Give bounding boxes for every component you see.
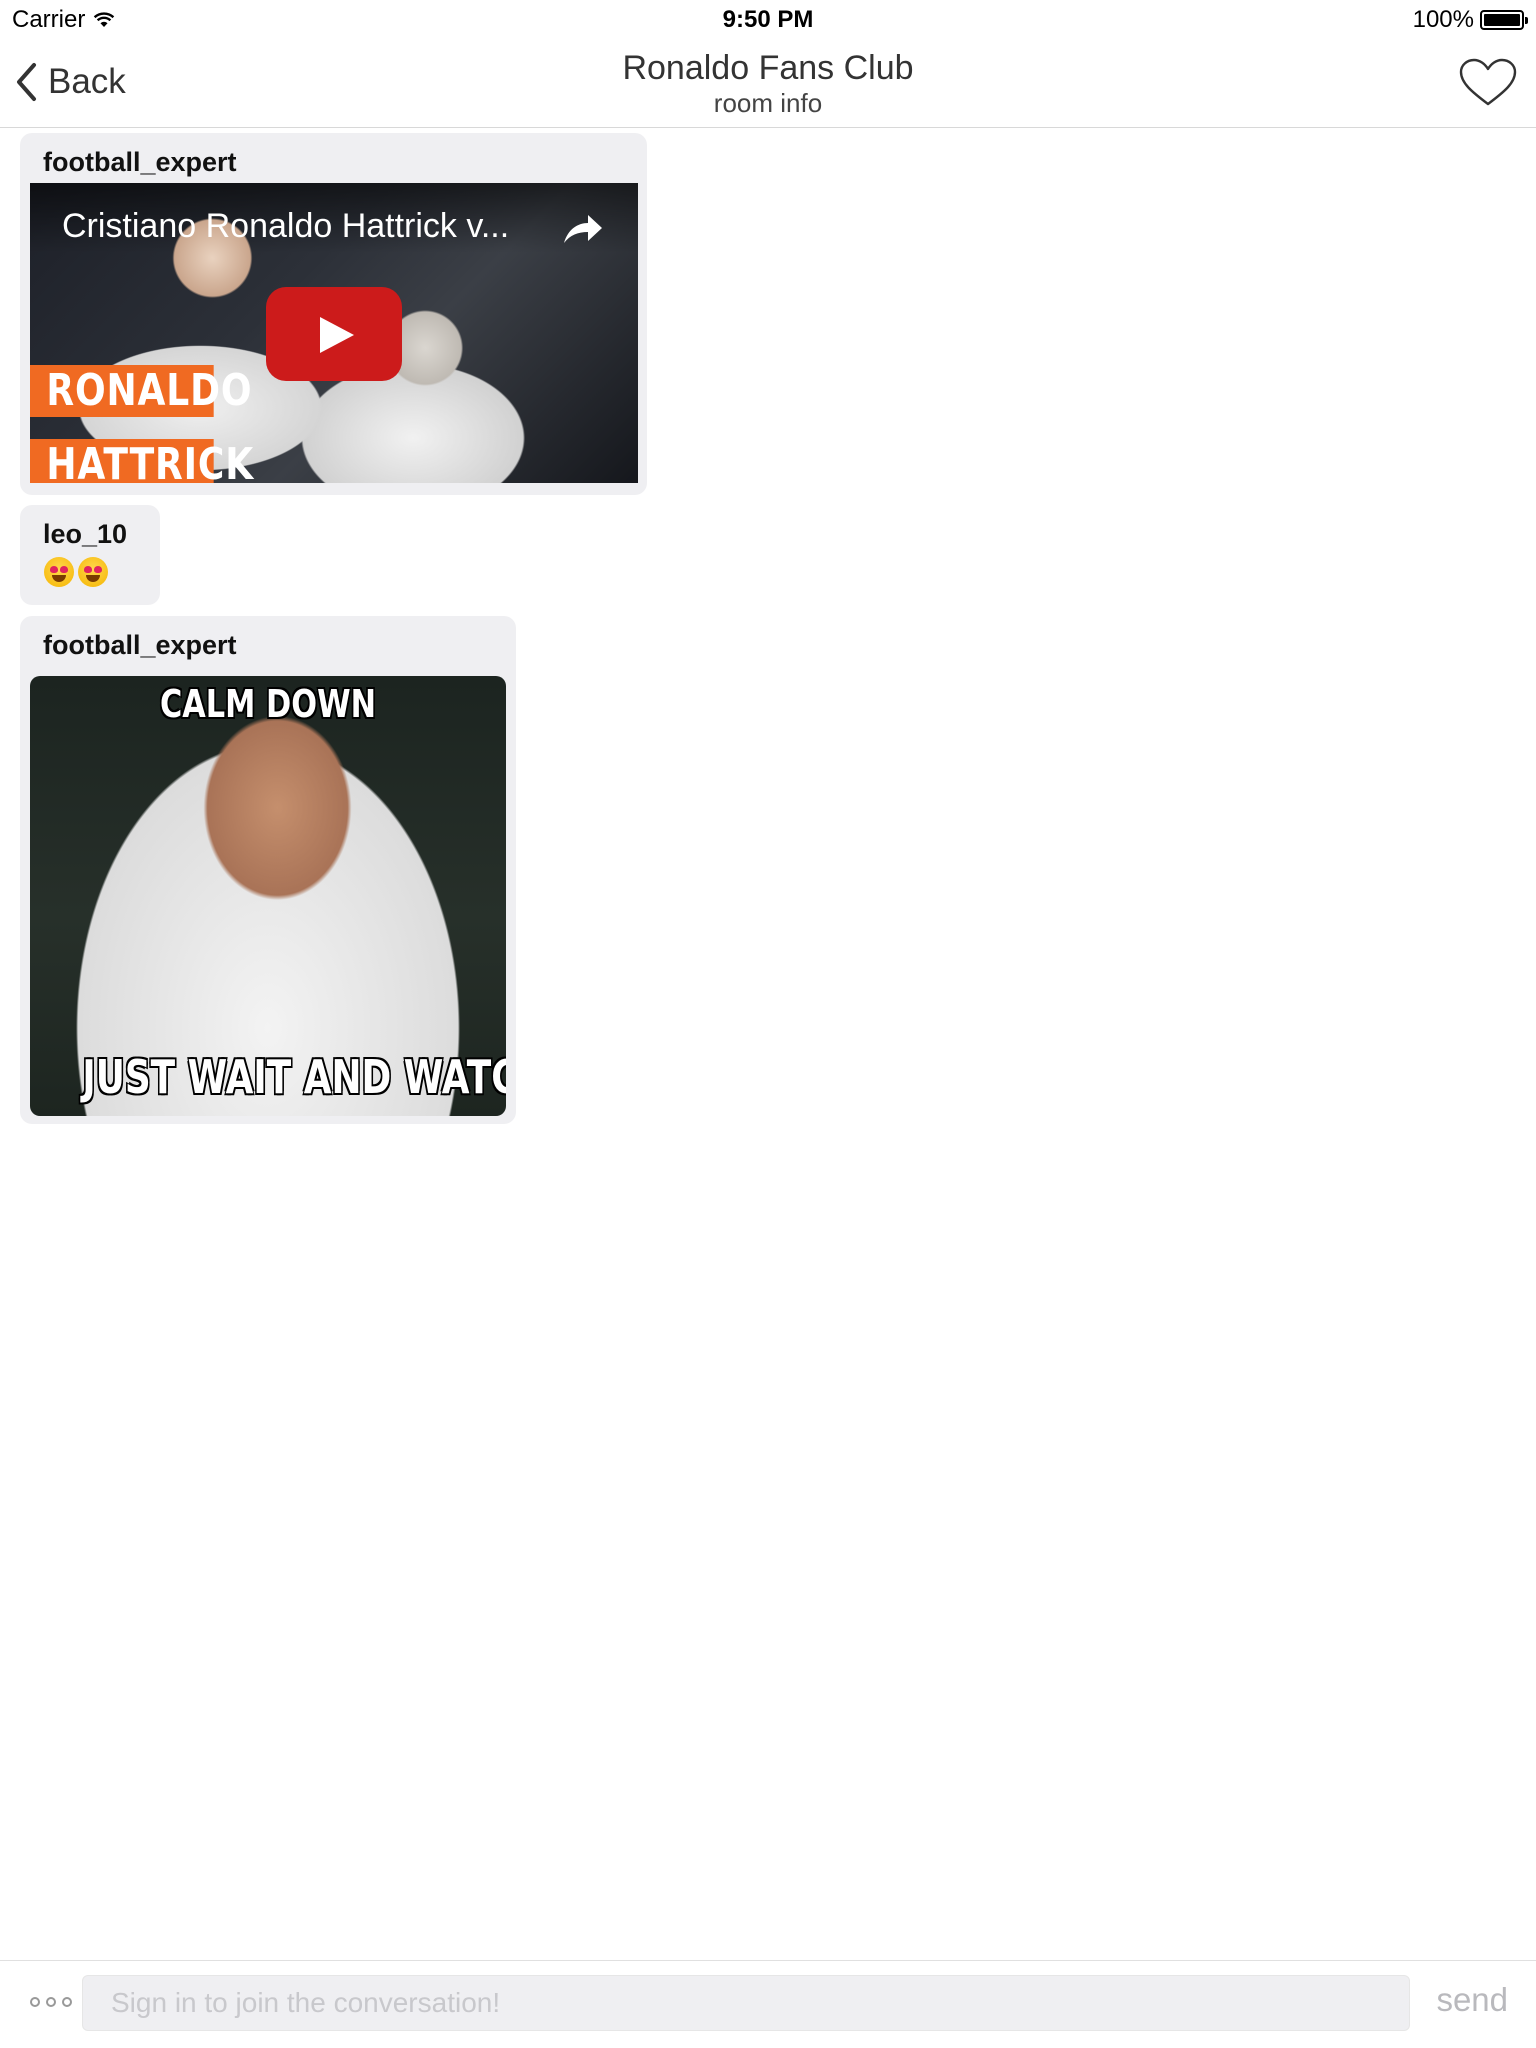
ellipsis-icon <box>30 1997 40 2007</box>
message-bubble: leo_10 <box>20 505 160 605</box>
message-username: football_expert <box>43 630 237 660</box>
share-icon[interactable] <box>560 209 604 249</box>
battery-percent: 100% <box>1412 6 1474 33</box>
meme-image[interactable]: CALM DOWN JUST WAIT AND WATCH <box>30 676 506 1116</box>
battery-indicator: 100% <box>1412 6 1528 34</box>
more-options-button[interactable] <box>30 1997 72 2007</box>
room-title: Ronaldo Fans Club <box>622 49 914 87</box>
status-bar: Carrier 9:50 PM 100% <box>0 0 1536 40</box>
heart-eyes-emoji-icon <box>78 557 108 587</box>
thumbnail-label: HATTRICK <box>30 439 253 483</box>
message-username: leo_10 <box>43 519 128 549</box>
emoji-row <box>44 557 108 587</box>
clock: 9:50 PM <box>722 6 814 33</box>
battery-icon <box>1480 10 1528 30</box>
compose-bar: send <box>0 1960 1536 2048</box>
message-bubble: football_expert Cristiano Ronaldo Hattri… <box>20 133 647 495</box>
video-title: Cristiano Ronaldo Hattrick v... <box>62 207 510 245</box>
play-button[interactable] <box>266 287 402 381</box>
message-username: football_expert <box>43 147 237 177</box>
video-thumbnail[interactable]: Cristiano Ronaldo Hattrick v... RONALDO … <box>30 183 638 483</box>
heart-icon <box>1459 58 1517 106</box>
send-button[interactable]: send <box>1436 1981 1508 2019</box>
title-block: Ronaldo Fans Club room info <box>0 48 1536 118</box>
heart-eyes-emoji-icon <box>44 557 74 587</box>
message-bubble: football_expert CALM DOWN JUST WAIT AND … <box>20 616 516 1124</box>
room-info-link[interactable]: room info <box>714 88 822 118</box>
favorite-button[interactable] <box>1458 58 1518 108</box>
navigation-bar: Back Ronaldo Fans Club room info <box>0 40 1536 128</box>
meme-top-text: CALM DOWN <box>159 682 377 726</box>
meme-bottom-text: JUST WAIT AND WATCH <box>82 1050 506 1104</box>
thumbnail-label: RONALDO <box>30 365 252 417</box>
message-input[interactable] <box>82 1975 1410 2031</box>
